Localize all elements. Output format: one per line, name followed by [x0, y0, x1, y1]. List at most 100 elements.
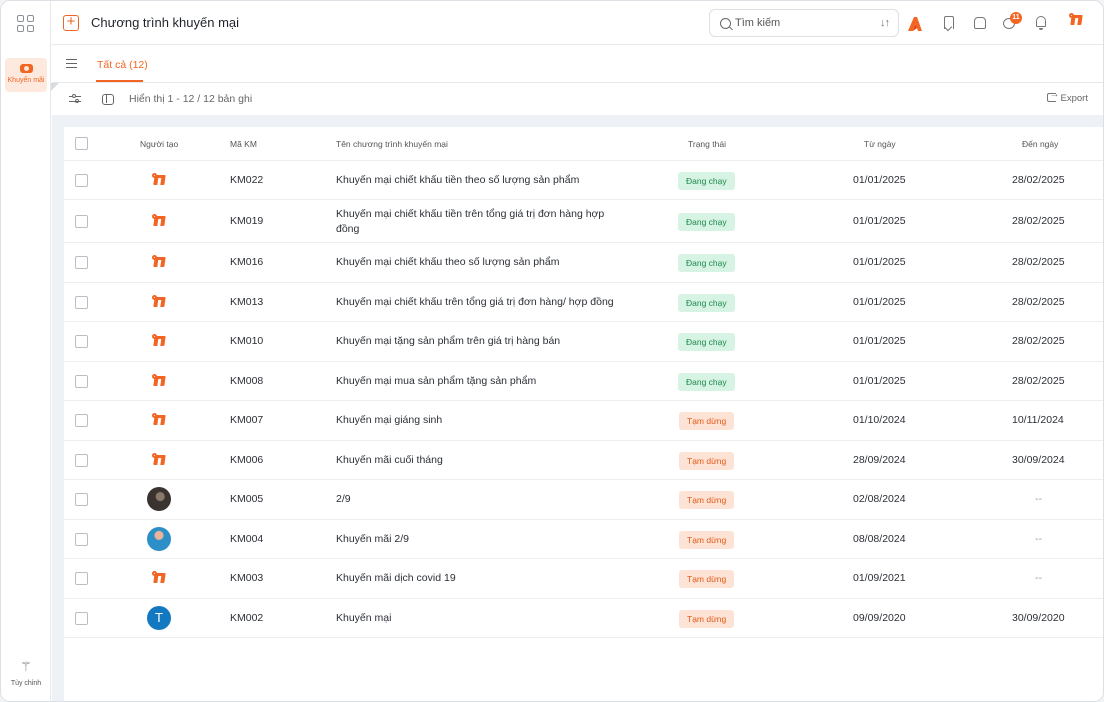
- status-badge: Đang chạy: [678, 172, 735, 190]
- row-checkbox[interactable]: [75, 612, 88, 625]
- to-date: 30/09/2024: [1012, 454, 1065, 466]
- filter-settings-icon[interactable]: [69, 94, 81, 104]
- from-date: 09/09/2020: [853, 612, 906, 624]
- column-header-from-date[interactable]: Từ ngày: [864, 139, 896, 149]
- home-icon[interactable]: [970, 13, 990, 33]
- status-badge: Tạm dừng: [679, 491, 735, 509]
- tab-all[interactable]: Tất cả (12): [97, 59, 148, 71]
- column-header-name[interactable]: Tên chương trình khuyến mại: [336, 139, 448, 149]
- table-row[interactable]: KM008 Khuyến mại mua sản phẩm tặng sản ph…: [64, 362, 1103, 401]
- row-checkbox[interactable]: [75, 414, 88, 427]
- row-checkbox[interactable]: [75, 174, 88, 187]
- table-row[interactable]: KM013 Khuyến mại chiết khấu trên tổng giá…: [64, 283, 1103, 322]
- promotions-table: Người tạo Mã KM Tên chương trình khuyến …: [64, 127, 1103, 701]
- search-input[interactable]: [735, 15, 865, 31]
- creator-avatar: T: [147, 606, 171, 630]
- promo-name[interactable]: Khuyến mại chiết khấu theo số lượng sản …: [336, 256, 559, 268]
- promo-code: KM019: [230, 215, 264, 227]
- chat-icon[interactable]: 11: [1000, 12, 1022, 33]
- promo-name[interactable]: Khuyến mại chiết khấu trên tổng giá trị …: [336, 296, 614, 308]
- promo-name[interactable]: Khuyến mãi cuối tháng: [336, 454, 443, 466]
- brand-logo-icon: [152, 453, 166, 466]
- row-checkbox[interactable]: [75, 454, 88, 467]
- column-header-to-date[interactable]: Đến ngày: [1022, 139, 1058, 149]
- rail-item-customize[interactable]: ⚚ Tùy chỉnh: [3, 659, 49, 687]
- table-row[interactable]: KM010 Khuyến mại tặng sản phẩm trên giá t…: [64, 322, 1103, 362]
- promo-name[interactable]: Khuyến mại chiết khấu tiền theo số lượng…: [336, 174, 579, 186]
- row-checkbox[interactable]: [75, 296, 88, 309]
- user-brand-avatar[interactable]: [1069, 13, 1089, 33]
- from-date: 01/10/2024: [853, 414, 906, 426]
- rail-item-label: Khuyến mãi: [7, 77, 45, 84]
- app-logo-icon[interactable]: [907, 13, 927, 33]
- table-row[interactable]: KM019 Khuyến mại chiết khấu tiền trên tổn…: [64, 200, 1103, 243]
- creator-brand-logo: [147, 168, 171, 192]
- sort-filter-icon[interactable]: ↓↑: [880, 17, 890, 29]
- creator-brand-logo: [147, 566, 171, 590]
- row-checkbox[interactable]: [75, 215, 88, 228]
- table-row[interactable]: KM006 Khuyến mãi cuối tháng Tạm dừng 28/09/…: [64, 441, 1103, 480]
- bell-icon[interactable]: [1031, 13, 1051, 33]
- promo-name[interactable]: Khuyến mại mua sản phẩm tặng sản phẩm: [336, 375, 536, 387]
- promo-name[interactable]: Khuyến mại giáng sinh: [336, 414, 442, 426]
- table-row[interactable]: KM007 Khuyến mại giáng sinh Tạm dừng 01/10/…: [64, 401, 1103, 441]
- status-badge: Tạm dừng: [679, 610, 735, 628]
- rail-item-promotions[interactable]: Khuyến mãi: [5, 58, 47, 92]
- creator-brand-logo: [147, 369, 171, 393]
- brand-logo-icon: [152, 295, 166, 308]
- creator-brand-logo: [147, 408, 171, 432]
- from-date: 01/01/2025: [853, 256, 906, 268]
- promo-code: KM003: [230, 572, 264, 584]
- row-checkbox[interactable]: [75, 335, 88, 348]
- promo-code: KM016: [230, 256, 264, 268]
- promo-name[interactable]: Khuyến mại: [336, 612, 391, 624]
- left-rail: Khuyến mãi ⚚ Tùy chỉnh: [1, 1, 51, 701]
- promo-code: KM005: [230, 493, 264, 505]
- app-window: Khuyến mãi ⚚ Tùy chỉnh + Chương trình kh…: [0, 0, 1104, 702]
- page-title: Chương trình khuyến mại: [91, 15, 240, 30]
- table-row[interactable]: KM022 Khuyến mại chiết khấu tiền theo số …: [64, 161, 1103, 200]
- brand-logo-icon: [152, 571, 166, 584]
- promo-code: KM006: [230, 454, 264, 466]
- row-checkbox[interactable]: [75, 493, 88, 506]
- table-row[interactable]: KM016 Khuyến mại chiết khấu theo số lượng…: [64, 243, 1103, 283]
- to-date: 28/02/2025: [1012, 335, 1065, 347]
- column-header-creator[interactable]: Người tạo: [140, 139, 178, 149]
- select-all-checkbox[interactable]: [75, 137, 88, 150]
- row-checkbox[interactable]: [75, 533, 88, 546]
- from-date: 28/09/2024: [853, 454, 906, 466]
- apps-grid-icon[interactable]: [17, 15, 34, 32]
- table-row[interactable]: KM004 Khuyến mãi 2/9 Tạm dừng 08/08/2024 --: [64, 520, 1103, 559]
- brand-logo-icon: [152, 255, 166, 268]
- promo-name[interactable]: Khuyến mãi dịch covid 19: [336, 572, 456, 584]
- row-checkbox[interactable]: [75, 375, 88, 388]
- table-row[interactable]: KM003 Khuyến mãi dịch covid 19 Tạm dừng 01/…: [64, 559, 1103, 599]
- status-badge: Tạm dừng: [679, 570, 735, 588]
- from-date: 01/01/2025: [853, 375, 906, 387]
- brand-logo-icon: [1069, 13, 1083, 26]
- add-button[interactable]: +: [63, 14, 79, 31]
- brand-logo-icon: [152, 374, 166, 387]
- column-header-code[interactable]: Mã KM: [230, 139, 257, 149]
- creator-brand-logo: [147, 290, 171, 314]
- promo-name[interactable]: Khuyến mại chiết khấu tiền trên tổng giá…: [336, 207, 606, 237]
- promo-name[interactable]: Khuyến mãi 2/9: [336, 533, 409, 545]
- search-box[interactable]: ↓↑: [709, 9, 899, 37]
- to-date: 10/11/2024: [1012, 414, 1064, 426]
- table-row[interactable]: KM005 2/9 Tạm dừng 02/08/2024 --: [64, 480, 1103, 520]
- bookmark-icon[interactable]: [939, 13, 959, 33]
- row-checkbox[interactable]: [75, 256, 88, 269]
- menu-icon[interactable]: [66, 59, 77, 68]
- column-header-status[interactable]: Trạng thái: [688, 139, 726, 149]
- brand-logo-icon: [152, 214, 166, 227]
- list-toolbar: Hiển thị 1 - 12 / 12 bản ghi Export: [52, 84, 1103, 115]
- export-button[interactable]: Export: [1046, 89, 1088, 104]
- table-row[interactable]: T KM002 Khuyến mại Tạm dừng 09/09/2020 30/09/…: [64, 599, 1103, 638]
- creator-brand-logo: [147, 329, 171, 353]
- column-panel-icon[interactable]: [102, 94, 114, 105]
- promo-name[interactable]: Khuyến mại tặng sản phẩm trên giá trị hà…: [336, 335, 560, 347]
- to-date: --: [1035, 572, 1042, 584]
- promo-name[interactable]: 2/9: [336, 493, 351, 505]
- row-checkbox[interactable]: [75, 572, 88, 585]
- ticket-icon: [19, 64, 33, 73]
